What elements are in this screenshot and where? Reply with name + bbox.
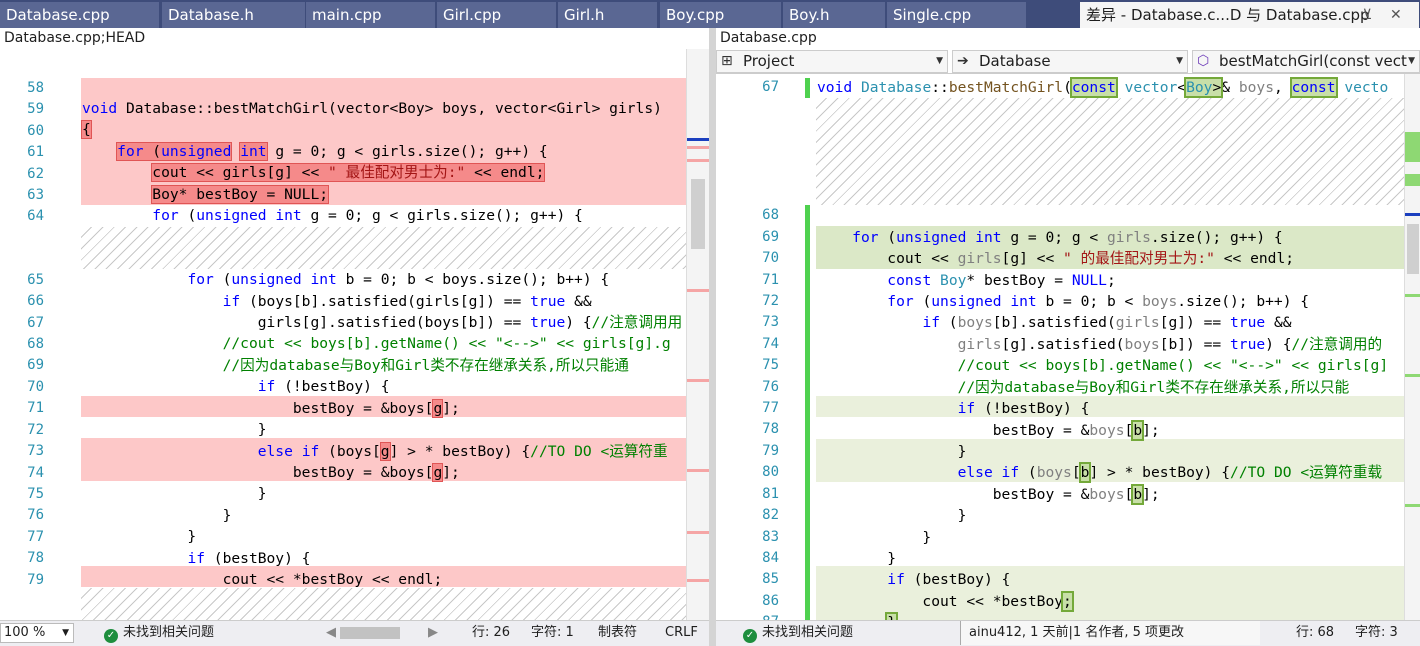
pane-splitter[interactable] [709, 28, 716, 646]
tab-main-cpp[interactable]: main.cpp [306, 2, 436, 28]
change-marker [687, 289, 710, 292]
column-indicator[interactable]: 字符: 1 [531, 621, 574, 645]
left-line-numbers: 58 59 60 61 62 63 64 65 66 67 68 69 70 71 72 73 74 75 76 7… [27, 80, 44, 588]
right-path-label: Database.cpp [720, 30, 817, 46]
tab-boy-cpp[interactable]: Boy.cpp [660, 2, 782, 28]
project-icon: ⊞ [721, 53, 733, 69]
change-marker [687, 579, 710, 582]
line-indicator[interactable]: 行: 26 [472, 621, 510, 645]
column-indicator[interactable]: 字符: 3 [1355, 621, 1398, 645]
class-label: Database [979, 52, 1051, 70]
change-marker [1405, 294, 1420, 297]
tab-database-cpp[interactable]: Database.cpp [0, 2, 160, 28]
check-icon: ✓ [743, 629, 757, 643]
change-marker [687, 159, 710, 162]
chevron-down-icon: ▼ [1176, 56, 1183, 66]
right-file-path: Database.cpp [716, 28, 1420, 49]
tab-label: Girl.h [564, 6, 605, 24]
zoom-dropdown[interactable]: 100 % ▼ [0, 623, 74, 643]
right-line-numbers: 67 68 69 70 71 72 73 74 75 76 77 78 79 80 81 82 83 84 85 8… [762, 79, 779, 620]
tab-label: Database.h [168, 6, 254, 24]
tab-label: Single.cpp [893, 6, 972, 24]
issues-label: 未找到相关问题 [762, 625, 854, 640]
navigation-bar: ⊞ Project ▼ ➔ Database ▼ ⬡ bestMatchGirl… [716, 49, 1420, 74]
cube-icon: ⬡ [1197, 53, 1210, 69]
left-path-label: Database.cpp;HEAD [4, 30, 146, 46]
tab-single-cpp[interactable]: Single.cpp [887, 2, 1027, 28]
right-status-bar: ✓ 未找到相关问题 ainu412, 1 天前|1 名作者, 5 项更改 行: 6… [716, 620, 1420, 646]
close-icon[interactable]: ✕ [1390, 2, 1402, 28]
scroll-thumb[interactable] [1407, 224, 1419, 274]
left-code-editor[interactable]: 58 59 60 61 62 63 64 65 66 67 68 69 70 71 72 73 74 75 76 7… [0, 49, 686, 620]
change-indicator [805, 205, 810, 620]
project-dropdown[interactable]: ⊞ Project ▼ [716, 50, 948, 73]
issues-indicator[interactable]: ✓ 未找到相关问题 [743, 621, 853, 645]
left-status-bar: 100 % ▼ ✓ 未找到相关问题 ◀ ▶ 行: 26 字符: 1 制表符 CRLF [0, 620, 709, 646]
hatch-area [81, 588, 686, 620]
tab-label: main.cpp [312, 6, 382, 24]
right-diff-scrollbar[interactable] [1404, 74, 1420, 620]
zoom-label: 100 % [4, 625, 46, 640]
tab-label: Girl.cpp [443, 6, 502, 24]
line-indicator[interactable]: 行: 68 [1296, 621, 1334, 645]
tab-girl-h[interactable]: Girl.h [558, 2, 658, 28]
tab-girl-cpp[interactable]: Girl.cpp [437, 2, 557, 28]
tab-label: Boy.cpp [666, 6, 725, 24]
right-code-text: void Database::bestMatchGirl(const vecto… [817, 77, 1388, 620]
tab-label: Database.cpp [6, 6, 110, 24]
arrow-right-icon: ➔ [957, 53, 969, 69]
change-marker [687, 531, 710, 534]
issues-label: 未找到相关问题 [123, 625, 215, 640]
left-file-path: Database.cpp;HEAD [0, 28, 709, 49]
tab-database-h[interactable]: Database.h [162, 2, 306, 28]
scroll-right-icon[interactable]: ▶ [428, 621, 438, 645]
change-indicator [805, 78, 810, 98]
change-marker [1405, 174, 1420, 186]
blame-info[interactable]: ainu412, 1 天前|1 名作者, 5 项更改 [960, 621, 1260, 645]
change-marker [1405, 132, 1420, 162]
eol-indicator[interactable]: CRLF [665, 621, 698, 645]
pin-icon[interactable]: ⊻ [1362, 2, 1372, 28]
project-label: Project [743, 52, 795, 70]
chevron-down-icon: ▼ [1408, 56, 1415, 66]
member-label: bestMatchGirl(const vect [1219, 52, 1407, 70]
scroll-thumb[interactable] [691, 179, 705, 249]
chevron-down-icon: ▼ [936, 56, 943, 66]
tab-boy-h[interactable]: Boy.h [783, 2, 886, 28]
member-dropdown[interactable]: ⬡ bestMatchGirl(const vect ▼ [1192, 50, 1420, 73]
class-dropdown[interactable]: ➔ Database ▼ [952, 50, 1188, 73]
issues-indicator[interactable]: ✓ 未找到相关问题 [104, 621, 214, 645]
change-marker [687, 146, 710, 149]
left-diff-scrollbar[interactable] [686, 49, 710, 620]
tabs-indicator[interactable]: 制表符 [598, 621, 637, 645]
left-code-text: void Database::bestMatchGirl(vector<Boy>… [81, 100, 683, 588]
horizontal-scroll-thumb[interactable] [340, 627, 400, 639]
tab-label: 差异 - Database.c...D 与 Database.cpp [1086, 6, 1370, 24]
tab-diff[interactable]: 差异 - Database.c...D 与 Database.cpp ⊻ ✕ [1080, 2, 1420, 28]
author-label: ainu412, 1 天前|1 名作者, 5 项更改 [969, 625, 1184, 640]
scroll-position-marker [687, 138, 710, 141]
change-marker [687, 469, 710, 472]
tab-label: Boy.h [789, 6, 830, 24]
tab-bar: Database.cpp Database.h main.cpp Girl.cp… [0, 0, 1420, 28]
diff-window: { "tabs": [ {"label": "Database.cpp"}, {… [0, 0, 1420, 646]
change-marker [1405, 504, 1420, 507]
check-icon: ✓ [104, 629, 118, 643]
right-code-editor[interactable]: 67 68 69 70 71 72 73 74 75 76 77 78 79 80 81 82 83 84 85 8… [716, 74, 1404, 620]
scroll-left-icon[interactable]: ◀ [326, 621, 336, 645]
change-marker [1405, 374, 1420, 377]
chevron-down-icon: ▼ [62, 628, 69, 638]
change-marker [687, 379, 710, 382]
scroll-position-marker [1405, 213, 1420, 216]
